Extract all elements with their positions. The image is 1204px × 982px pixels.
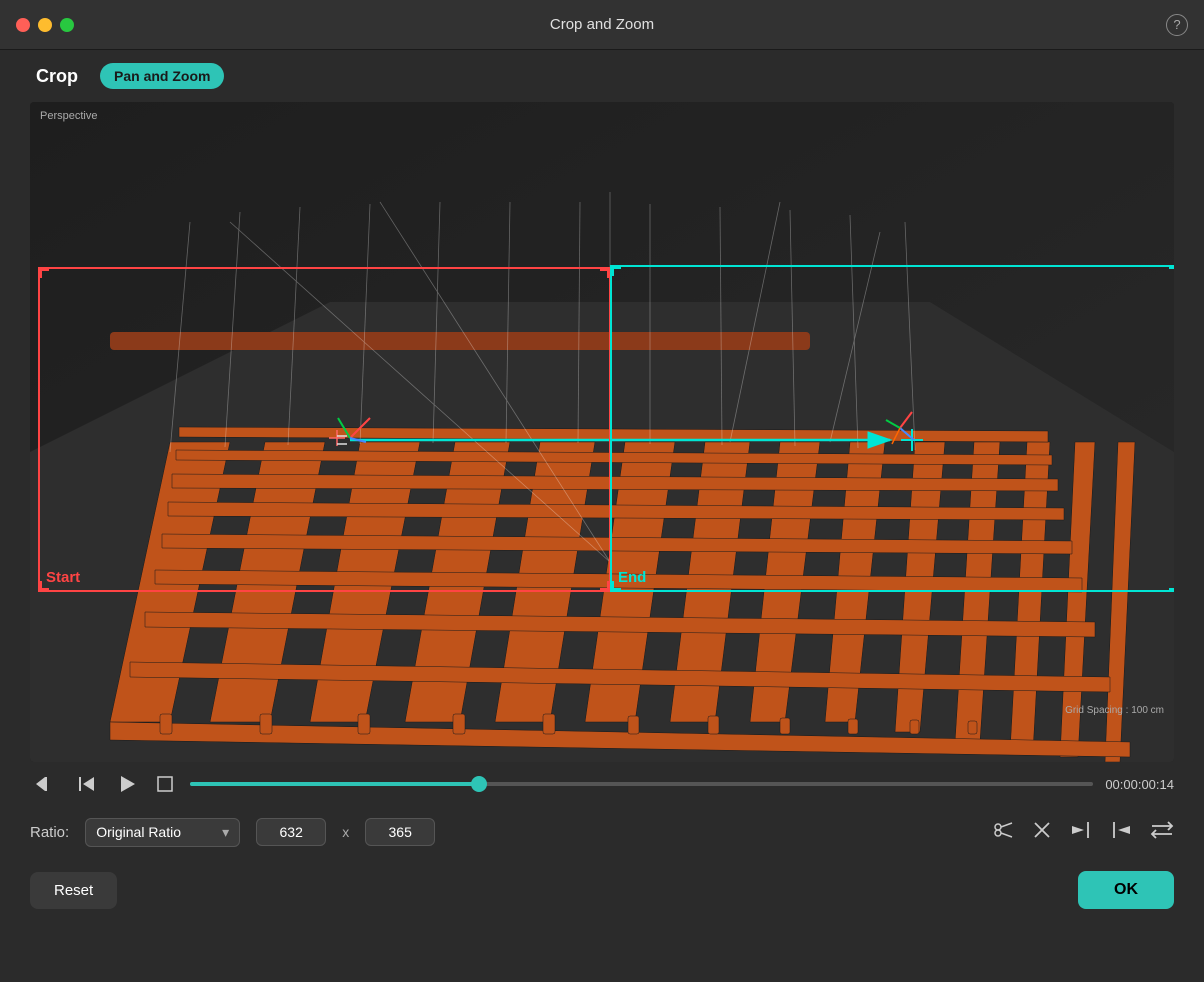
align-right-icon-button[interactable] xyxy=(1070,820,1092,845)
perspective-label: Perspective xyxy=(40,110,97,122)
align-left-icon-button[interactable] xyxy=(1110,820,1132,845)
tab-crop[interactable]: Crop xyxy=(30,62,84,91)
grid-spacing-label: Grid Spacing : 100 cm xyxy=(1065,705,1164,716)
ratio-width-input[interactable] xyxy=(256,818,326,846)
chevron-down-icon: ▾ xyxy=(222,824,229,841)
timeline-thumb[interactable] xyxy=(471,776,487,792)
ratio-icons xyxy=(992,819,1174,846)
timeline-progress xyxy=(190,782,479,786)
close-button[interactable] xyxy=(16,18,30,32)
play-button[interactable] xyxy=(114,771,140,797)
ratio-x-label: x xyxy=(342,824,349,840)
maximize-button[interactable] xyxy=(60,18,74,32)
timeline-slider[interactable] xyxy=(190,782,1093,786)
playback-bar: 00:00:00:14 xyxy=(0,762,1204,806)
titlebar: Crop and Zoom ? xyxy=(0,0,1204,50)
ratio-height-input[interactable] xyxy=(365,818,435,846)
swap-icon-button[interactable] xyxy=(1150,820,1174,845)
window-title: Crop and Zoom xyxy=(550,16,654,33)
ok-button[interactable]: OK xyxy=(1078,871,1174,909)
close-icon-button[interactable] xyxy=(1032,820,1052,845)
action-bar: Reset OK xyxy=(0,858,1204,922)
help-button[interactable]: ? xyxy=(1166,14,1188,36)
minimize-button[interactable] xyxy=(38,18,52,32)
ratio-dropdown[interactable]: Original Ratio ▾ xyxy=(85,818,240,847)
step-back-button[interactable] xyxy=(72,771,102,797)
scene-svg xyxy=(30,102,1174,762)
ratio-selected: Original Ratio xyxy=(96,824,181,840)
scissor-icon-button[interactable] xyxy=(992,819,1014,846)
reset-button[interactable]: Reset xyxy=(30,872,117,909)
tabbar: Crop Pan and Zoom xyxy=(0,50,1204,102)
ratio-label: Ratio: xyxy=(30,824,69,841)
ratio-bar: Ratio: Original Ratio ▾ x xyxy=(0,806,1204,858)
window-controls xyxy=(16,18,74,32)
video-canvas: Perspective Grid Spacing : 100 cm xyxy=(30,102,1174,762)
timecode: 00:00:00:14 xyxy=(1105,777,1174,792)
rewind-button[interactable] xyxy=(30,771,60,797)
stop-button[interactable] xyxy=(152,771,178,797)
tab-pan-zoom[interactable]: Pan and Zoom xyxy=(100,63,224,89)
